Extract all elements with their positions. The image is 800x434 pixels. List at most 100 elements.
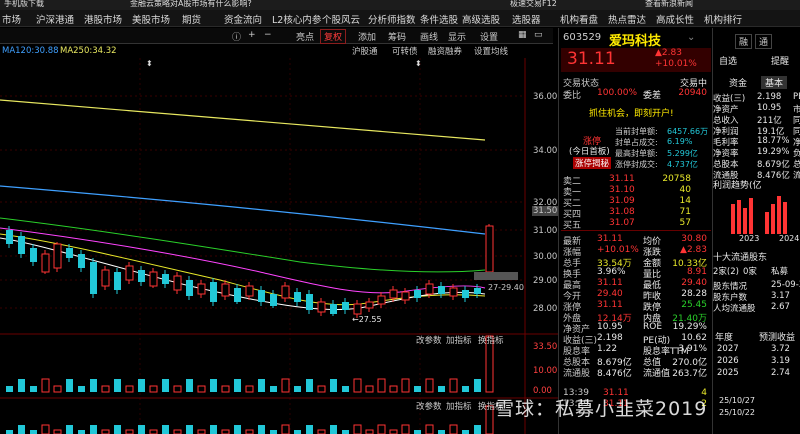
candle-body	[18, 236, 25, 254]
menu-condition-select[interactable]: 条件选股	[420, 12, 458, 26]
menu-stock-picker[interactable]: 选股器	[512, 12, 541, 26]
stock-change: ▲2.83	[655, 48, 682, 58]
weibi-row: 委比 100.00% 委差 20940	[563, 88, 707, 101]
quote-row: 最高 31.11 最低 29.40	[563, 278, 707, 291]
menu-hot-radar[interactable]: 热点雷达	[608, 12, 646, 26]
menu-market[interactable]: 市场	[2, 12, 21, 26]
volume-bar	[162, 379, 169, 392]
indicator-bar	[18, 425, 25, 434]
settings-button[interactable]: 设置	[480, 30, 498, 43]
app-download-link[interactable]: 手机版下载	[4, 0, 44, 9]
grid-icon[interactable]: ▦	[518, 30, 527, 40]
candle-body	[342, 302, 349, 310]
indicator-bar	[401, 424, 410, 434]
vol-edit-params-button[interactable]: 改参数	[416, 334, 442, 346]
book-row-4: 买四 31.08 71	[563, 207, 691, 220]
fund-tab[interactable]: 资金	[729, 76, 747, 89]
volume-bar	[377, 378, 386, 393]
indicator-bar	[449, 424, 458, 434]
sina-news-link[interactable]: 查看新浪新闻	[645, 0, 693, 9]
margin-trading-tab[interactable]: 融资融券	[428, 45, 462, 57]
indicator-bar	[114, 425, 121, 434]
vol-add-indicator-button[interactable]: 加指标	[446, 334, 472, 346]
candle-body	[162, 274, 169, 284]
add-button[interactable]: 添加	[358, 30, 376, 43]
candlestick-chart[interactable]: ⬍ ⬍ ←27.55 27-29.40	[0, 58, 558, 434]
ma250-line	[0, 99, 486, 141]
menu-high-growth[interactable]: 高成长性	[656, 12, 694, 26]
menu-institution-view[interactable]: 机构看盘	[560, 12, 598, 26]
candle-body	[245, 285, 254, 297]
menu-futures[interactable]: 期货	[182, 12, 201, 26]
convertible-bond-tab[interactable]: 可转债	[392, 45, 418, 57]
ma120-legend: MA120:30.88	[2, 46, 59, 56]
window-icon[interactable]: ▭	[534, 30, 543, 40]
price-tick-31: 31.00	[533, 226, 558, 236]
candle-body	[365, 301, 374, 309]
candle-body	[485, 225, 494, 273]
menu-institution-rank[interactable]: 机构排行	[704, 12, 742, 26]
volume-bar	[258, 379, 265, 392]
menu-hk-market[interactable]: 港股市场	[84, 12, 122, 26]
main-menu-bar: 市场 沪深港通 港股市场 美股市场 期货 资金流向 L2核心内参 个股风云 分析…	[0, 10, 800, 27]
volume-bar	[294, 386, 301, 392]
self-select-button[interactable]: 自选	[719, 54, 737, 67]
expand-icon[interactable]: ⌄	[687, 32, 695, 43]
basic-tab[interactable]: 基本	[761, 76, 788, 89]
volume-bar	[353, 378, 362, 393]
open-account-banner[interactable]: 抓住机会，即刻开户!	[589, 106, 674, 119]
draw-line-button[interactable]: 画线	[420, 30, 438, 43]
ma-settings-tab[interactable]: 设置均线	[474, 45, 508, 57]
volume-bar	[173, 385, 182, 393]
volume-bar	[449, 378, 458, 393]
volume-bar	[30, 386, 37, 392]
holders-title: 十大流通股东	[713, 253, 768, 263]
candle-body	[330, 304, 337, 314]
menu-advanced-select[interactable]: 高级选股	[462, 12, 500, 26]
indicator-bar	[173, 429, 182, 434]
volume-bar	[342, 386, 349, 392]
ind-add-indicator-button[interactable]: 加指标	[446, 400, 472, 412]
remind-button[interactable]: 提醒	[771, 54, 789, 67]
ind-edit-params-button[interactable]: 改参数	[416, 400, 442, 412]
indicator-bar	[377, 424, 386, 434]
indicator-bar	[353, 424, 362, 434]
price-marker-box	[474, 272, 518, 280]
news-headline-link[interactable]: 金融云策略对A股市场有什么影响?	[130, 0, 252, 9]
menu-l2[interactable]: L2核心内参	[272, 12, 321, 26]
quote-row: 股息率 1.22 股息率TTM 3.91%	[563, 344, 707, 357]
volume-bar	[114, 379, 121, 392]
highlight-button[interactable]: 亮点	[296, 30, 314, 43]
hk-connect-tab[interactable]: 沪股通	[352, 45, 378, 57]
chips-button[interactable]: 筹码	[388, 30, 406, 43]
adjust-button[interactable]: 复权	[320, 29, 347, 44]
menu-hk-connect[interactable]: 沪深港通	[36, 12, 74, 26]
indicator-bar	[30, 430, 37, 434]
fast-trade-link[interactable]: 极速交易F12	[510, 0, 557, 9]
volume-bar	[197, 385, 206, 393]
volume-bar	[210, 379, 217, 392]
menu-stock-news[interactable]: 个股风云	[322, 12, 360, 26]
margin-tab[interactable]: 融	[735, 34, 753, 49]
candle-body	[474, 288, 481, 294]
quote-row: 换手 3.96% 量比 8.91	[563, 267, 707, 280]
limit-up-reveal-button[interactable]: 涨停揭秘	[573, 157, 612, 169]
marker-down-arrow-1: ⬍	[146, 59, 153, 68]
volume-bar	[245, 385, 254, 393]
candle-body	[425, 283, 434, 295]
menu-us-market[interactable]: 美股市场	[132, 12, 170, 26]
minus-icon[interactable]: −	[264, 30, 272, 40]
display-button[interactable]: 显示	[448, 30, 466, 43]
menu-fund-flow[interactable]: 资金流向	[224, 12, 262, 26]
quote-row: 涨停 31.11 跌停 25.45	[563, 300, 707, 313]
plus-icon[interactable]: +	[248, 30, 256, 40]
vol-switch-indicator-button[interactable]: 换指标	[478, 334, 504, 346]
stock-code: 603529	[563, 32, 602, 43]
info-icon[interactable]: ⓘ	[232, 30, 241, 43]
stock-change-pct: +10.01%	[655, 59, 697, 69]
connect-tab[interactable]: 通	[755, 34, 773, 49]
chart-toolbar: ⓘ + − 亮点 复权 添加 筹码 画线 显示 设置 ▦ ▭	[0, 28, 553, 44]
indicator-bar	[41, 424, 50, 434]
ma10-line	[0, 233, 486, 306]
menu-analyst-index[interactable]: 分析师指数	[368, 12, 416, 26]
